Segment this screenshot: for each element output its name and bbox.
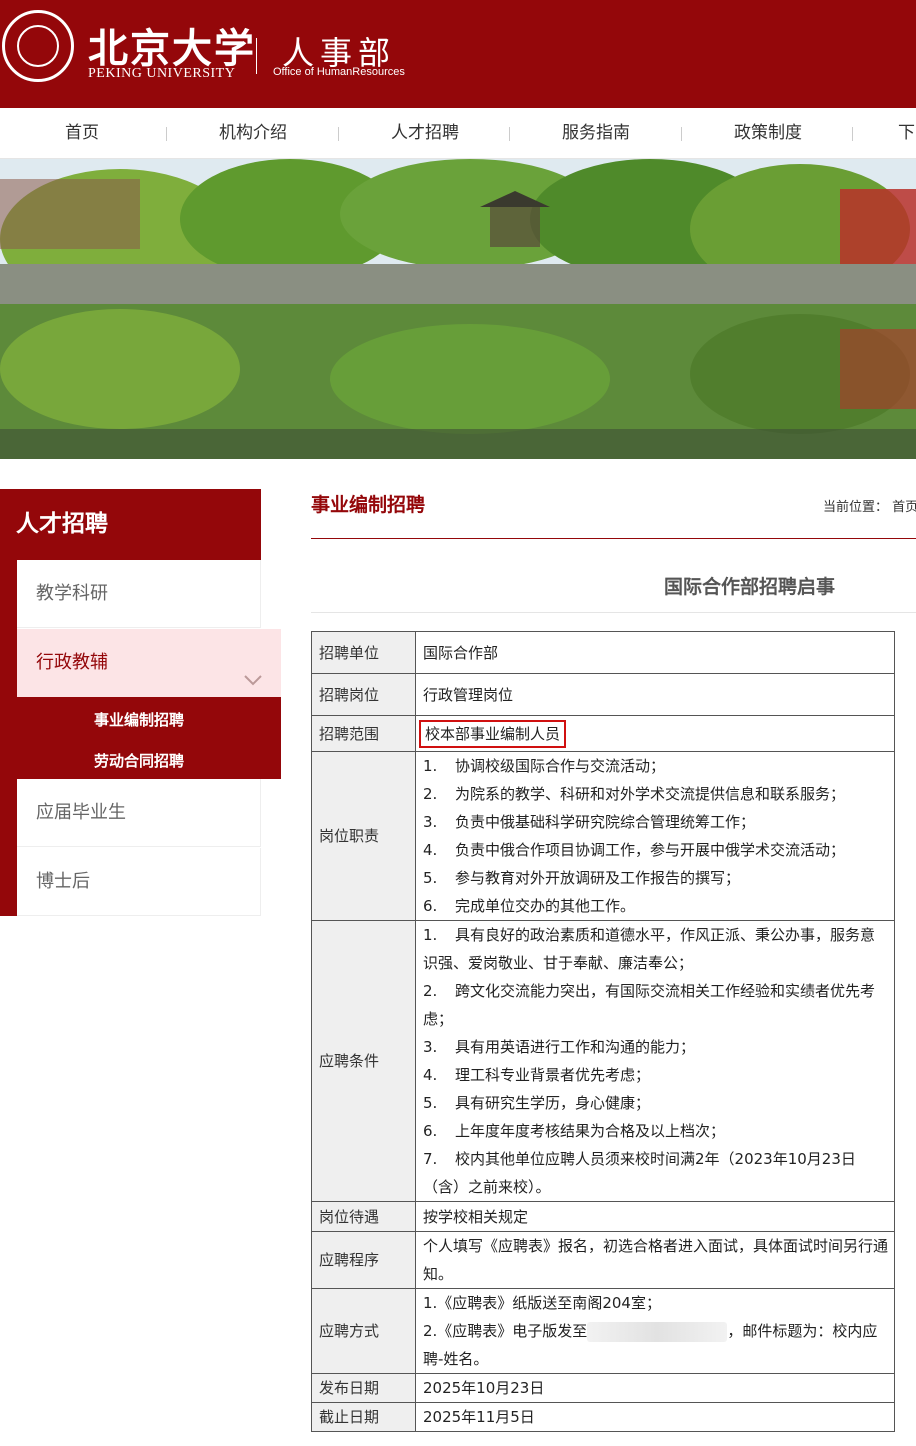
table-row: 招聘单位 国际合作部 <box>311 631 895 674</box>
main-nav: 首页 机构介绍 人才招聘 服务指南 政策制度 下 <box>0 108 916 159</box>
banner-scenery <box>0 159 916 459</box>
row-label: 应聘方式 <box>311 1288 416 1374</box>
list-item: 2. 为院系的教学、科研和对外学术交流提供信息和联系服务； <box>423 785 846 803</box>
table-row: 招聘范围 校本部事业编制人员 <box>311 715 895 752</box>
table-row: 岗位职责 1. 协调校级国际合作与交流活动； 2. 为院系的教学、科研和对外学术交流… <box>311 751 895 921</box>
method-line: 2.《应聘表》电子版发至 <box>423 1322 588 1340</box>
row-label: 应聘程序 <box>311 1231 416 1289</box>
row-label: 截止日期 <box>311 1402 416 1432</box>
list-item: 5. 具有研究生学历，身心健康； <box>423 1094 651 1112</box>
nav-item-services[interactable]: 服务指南 <box>531 108 661 159</box>
highlighted-scope: 校本部事业编制人员 <box>419 719 567 748</box>
university-name-en: PEKING UNIVERSITY <box>88 66 236 81</box>
sidebar-item-label: 行政教辅 <box>36 652 108 673</box>
row-label: 招聘岗位 <box>311 673 416 716</box>
sidebar-item-teaching-research[interactable]: 教学科研 <box>17 560 261 628</box>
nav-item-recruitment[interactable]: 人才招聘 <box>360 108 490 159</box>
method-line: 1.《应聘表》纸版送至南阁204室； <box>423 1294 661 1312</box>
nav-separator <box>509 127 510 141</box>
nav-item-policies[interactable]: 政策制度 <box>703 108 833 159</box>
list-item: 6. 上年度年度考核结果为合格及以上档次； <box>423 1122 726 1140</box>
sidebar-title: 人才招聘 <box>0 489 261 560</box>
section-divider <box>311 538 916 539</box>
nav-item-home[interactable]: 首页 <box>17 108 147 159</box>
header-divider <box>256 38 257 74</box>
sidebar-submenu: 事业编制招聘 劳动合同招聘 <box>17 697 281 779</box>
nav-separator <box>166 127 167 141</box>
row-value: 国际合作部 <box>415 631 895 674</box>
row-value: 按学校相关规定 <box>415 1201 895 1232</box>
row-label: 发布日期 <box>311 1373 416 1403</box>
sidebar-accent-bar <box>0 560 17 916</box>
article-title: 国际合作部招聘启事 <box>664 576 836 598</box>
row-label: 岗位待遇 <box>311 1201 416 1232</box>
redacted-email <box>587 1321 728 1342</box>
sidebar-item-graduates[interactable]: 应届毕业生 <box>17 779 261 847</box>
sidebar-item-label: 博士后 <box>36 871 90 892</box>
requirements-list: 1. 具有良好的政治素质和道德水平，作风正派、秉公办事，服务意识强、爱岗敬业、甘于… <box>415 920 895 1202</box>
list-item: 6. 完成单位交办的其他工作。 <box>423 897 636 915</box>
table-row: 发布日期 2025年10月23日 <box>311 1373 895 1403</box>
sidebar-item-admin-support[interactable]: 行政教辅 <box>17 629 281 697</box>
row-label: 招聘单位 <box>311 631 416 674</box>
submenu-item-establishment[interactable]: 事业编制招聘 <box>17 709 261 730</box>
list-item: 1. 具有良好的政治素质和道德水平，作风正派、秉公办事，服务意识强、爱岗敬业、甘于… <box>423 926 876 972</box>
job-details-table: 招聘单位 国际合作部 招聘岗位 行政管理岗位 招聘范围 校本部事业编制人员 岗位… <box>311 631 895 1432</box>
row-value: 2025年10月23日 <box>415 1373 895 1403</box>
list-item: 3. 具有用英语进行工作和沟通的能力； <box>423 1038 696 1056</box>
sidebar-item-label: 教学科研 <box>36 583 108 604</box>
row-value: 校本部事业编制人员 <box>415 715 895 752</box>
table-row: 应聘方式 1.《应聘表》纸版送至南阁204室； 2.《应聘表》电子版发至 ，邮件标… <box>311 1288 895 1374</box>
section-title: 事业编制招聘 <box>311 494 426 516</box>
campus-banner-image <box>0 159 916 459</box>
table-row: 岗位待遇 按学校相关规定 <box>311 1201 895 1232</box>
nav-item-about[interactable]: 机构介绍 <box>188 108 318 159</box>
row-value: 2025年11月5日 <box>415 1402 895 1432</box>
submenu-item-contract[interactable]: 劳动合同招聘 <box>17 750 261 771</box>
nav-item-download[interactable]: 下 <box>898 108 916 159</box>
breadcrumb[interactable]: 当前位置： 首页 <box>823 496 916 515</box>
row-value: 个人填写《应聘表》报名，初选合格者进入面试，具体面试时间另行通知。 <box>415 1231 895 1289</box>
table-row: 截止日期 2025年11月5日 <box>311 1402 895 1432</box>
university-seal-logo[interactable] <box>2 10 74 82</box>
list-item: 4. 负责中俄合作项目协调工作，参与开展中俄学术交流活动； <box>423 841 846 859</box>
duties-list: 1. 协调校级国际合作与交流活动； 2. 为院系的教学、科研和对外学术交流提供信息和… <box>415 751 895 921</box>
nav-separator <box>852 127 853 141</box>
list-item: 4. 理工科专业背景者优先考虑； <box>423 1066 651 1084</box>
list-item: 3. 负责中俄基础科学研究院综合管理统筹工作； <box>423 813 756 831</box>
article-divider <box>311 612 916 613</box>
seal-inner-ring <box>17 25 59 67</box>
row-label: 应聘条件 <box>311 920 416 1202</box>
department-name-en: Office of HumanResources <box>273 66 405 78</box>
nav-separator <box>338 127 339 141</box>
sidebar-item-postdoc[interactable]: 博士后 <box>17 848 261 916</box>
sidebar-item-label: 应届毕业生 <box>36 802 126 823</box>
table-row: 招聘岗位 行政管理岗位 <box>311 673 895 716</box>
row-label: 岗位职责 <box>311 751 416 921</box>
site-header: 北京大学 PEKING UNIVERSITY 人事部 Office of Hum… <box>0 0 916 108</box>
table-row: 应聘程序 个人填写《应聘表》报名，初选合格者进入面试，具体面试时间另行通知。 <box>311 1231 895 1289</box>
nav-separator <box>681 127 682 141</box>
list-item: 1. 协调校级国际合作与交流活动； <box>423 757 666 775</box>
list-item: 5. 参与教育对外开放调研及工作报告的撰写； <box>423 869 741 887</box>
row-value: 1.《应聘表》纸版送至南阁204室； 2.《应聘表》电子版发至 ，邮件标题为：校内… <box>415 1288 895 1374</box>
row-value: 行政管理岗位 <box>415 673 895 716</box>
list-item: 2. 跨文化交流能力突出，有国际交流相关工作经验和实绩者优先考虑； <box>423 982 876 1028</box>
table-row: 应聘条件 1. 具有良好的政治素质和道德水平，作风正派、秉公办事，服务意识强、爱岗… <box>311 920 895 1202</box>
row-label: 招聘范围 <box>311 715 416 752</box>
list-item: 7. 校内其他单位应聘人员须来校时间满2年（2023年10月23日（含）之前来校）… <box>423 1150 856 1196</box>
